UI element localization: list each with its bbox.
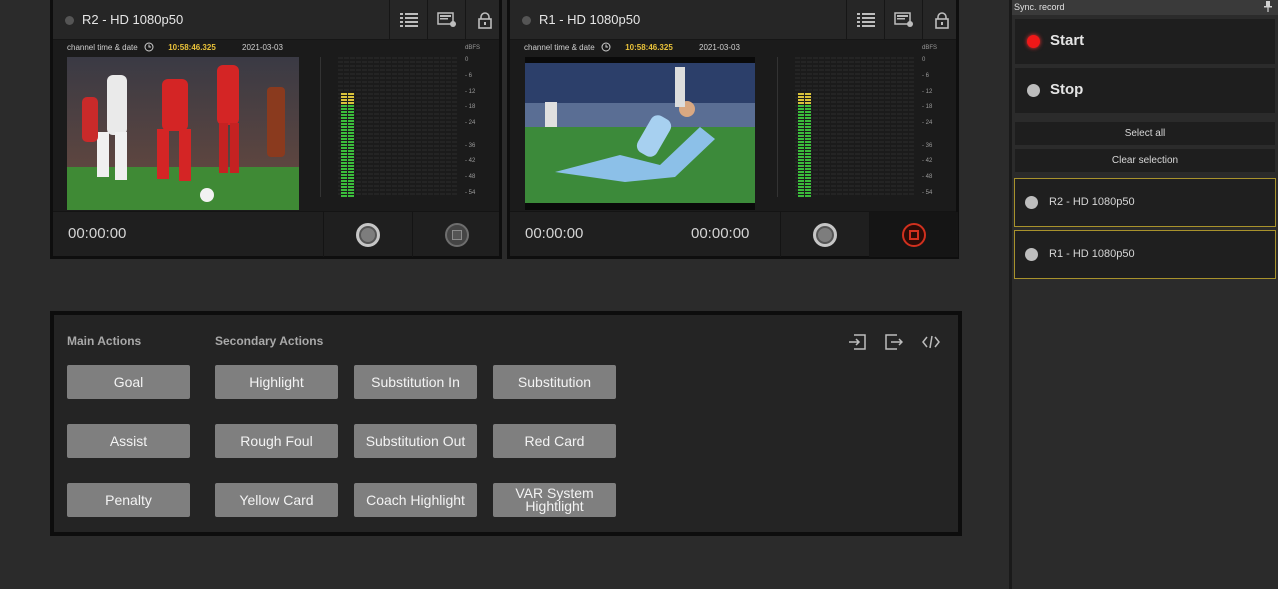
assist-button[interactable]: Assist (67, 424, 190, 458)
main-actions-title: Main Actions (67, 334, 142, 348)
export-icon[interactable] (883, 331, 905, 353)
sync-channel-label: R1 - HD 1080p50 (1049, 248, 1135, 260)
info-label: channel time & date (524, 43, 595, 52)
audio-meter: dBFS 0 - 6 - 12 - 18 - 24 - 36 - 42 - 48… (777, 45, 942, 202)
channel-title: R1 - HD 1080p50 (539, 12, 641, 27)
sync-record-title: Sync. record (1014, 2, 1065, 12)
stop-icon (445, 222, 469, 247)
sync-stop-button[interactable]: Stop (1015, 68, 1275, 113)
secondary-actions-title: Secondary Actions (215, 334, 324, 348)
list-icon[interactable] (389, 0, 427, 40)
timecode: 00:00:00 (525, 225, 584, 242)
sync-channel-label: R2 - HD 1080p50 (1049, 196, 1135, 208)
channel-time: 10:58:46.325 (625, 43, 673, 52)
yellow-card-button[interactable]: Yellow Card (215, 483, 338, 517)
channel-panel-r1: R1 - HD 1080p50 channel time & date 10:5… (507, 0, 959, 259)
substitution-out-button[interactable]: Substitution Out (354, 424, 477, 458)
code-icon[interactable] (920, 331, 942, 353)
audio-level-right (805, 93, 811, 197)
info-label: channel time & date (67, 43, 138, 52)
lock-icon[interactable] (465, 0, 503, 40)
import-icon[interactable] (846, 331, 868, 353)
clear-selection-button[interactable]: Clear selection (1015, 149, 1275, 172)
stop-led-icon (1027, 84, 1040, 97)
sync-record-header: Sync. record (1012, 0, 1278, 15)
channel-header: R2 - HD 1080p50 (53, 0, 499, 40)
channel-info-bar: channel time & date 10:58:46.325 2021-03… (524, 42, 740, 54)
sync-channel-r1[interactable]: R1 - HD 1080p50 (1014, 230, 1276, 279)
channel-title: R2 - HD 1080p50 (82, 12, 184, 27)
rough-foul-button[interactable]: Rough Foul (215, 424, 338, 458)
status-dot (65, 16, 74, 25)
audio-level-left (798, 93, 804, 197)
pin-icon[interactable] (1264, 1, 1272, 17)
record-button[interactable] (780, 212, 869, 257)
stop-label: Stop (1050, 81, 1084, 98)
status-dot (522, 16, 531, 25)
sync-channel-r2[interactable]: R2 - HD 1080p50 (1014, 178, 1276, 227)
audio-meter: dBFS 0 - 6 - 12 - 18 - 24 - 36 - 42 - 48… (320, 45, 485, 202)
clock-icon (601, 42, 611, 56)
monitor-settings-icon[interactable] (884, 0, 922, 40)
highlight-button[interactable]: Highlight (215, 365, 338, 399)
record-icon (356, 222, 380, 247)
sync-start-button[interactable]: Start (1015, 19, 1275, 64)
stop-record-button[interactable] (412, 212, 501, 257)
channel-info-bar: channel time & date 10:58:46.325 2021-03… (67, 42, 283, 54)
channel-header: R1 - HD 1080p50 (510, 0, 956, 40)
timecode: 00:00:00 (68, 225, 127, 242)
sync-record-panel: Sync. record Start Stop Select all Clear… (1012, 0, 1278, 589)
clock-icon (144, 42, 154, 56)
record-led-icon (1027, 35, 1040, 48)
channel-date: 2021-03-03 (242, 43, 283, 52)
video-preview[interactable] (525, 57, 755, 210)
video-frame-football (67, 57, 299, 210)
substitution-button[interactable]: Substitution (493, 365, 616, 399)
channel-led-icon (1025, 248, 1038, 261)
audio-level-right (348, 93, 354, 197)
goal-button[interactable]: Goal (67, 365, 190, 399)
substitution-in-button[interactable]: Substitution In (354, 365, 477, 399)
select-all-button[interactable]: Select all (1015, 122, 1275, 145)
var-system-highlight-button[interactable]: VAR System Hightlight (493, 483, 616, 517)
channel-panel-r2: R2 - HD 1080p50 channel time & date 10:5… (50, 0, 502, 259)
video-preview[interactable] (67, 57, 299, 210)
stop-icon (902, 222, 926, 247)
red-card-button[interactable]: Red Card (493, 424, 616, 458)
record-button[interactable] (323, 212, 412, 257)
channel-time: 10:58:46.325 (168, 43, 216, 52)
channel-controls: 00:00:00 (53, 211, 501, 257)
channel-led-icon (1025, 196, 1038, 209)
audio-level-left (341, 93, 347, 197)
channel-date: 2021-03-03 (699, 43, 740, 52)
record-icon (813, 222, 837, 247)
video-frame-football (525, 57, 755, 210)
recording-timecode: 00:00:00 (691, 225, 750, 242)
channel-controls: 00:00:00 00:00:00 (510, 211, 958, 257)
monitor-settings-icon[interactable] (427, 0, 465, 40)
list-icon[interactable] (846, 0, 884, 40)
lock-icon[interactable] (922, 0, 960, 40)
penalty-button[interactable]: Penalty (67, 483, 190, 517)
start-label: Start (1050, 32, 1085, 49)
coach-highlight-button[interactable]: Coach Highlight (354, 483, 477, 517)
stop-record-button[interactable] (869, 212, 958, 257)
actions-panel: Main Actions Secondary Actions Goal Assi… (50, 311, 962, 536)
